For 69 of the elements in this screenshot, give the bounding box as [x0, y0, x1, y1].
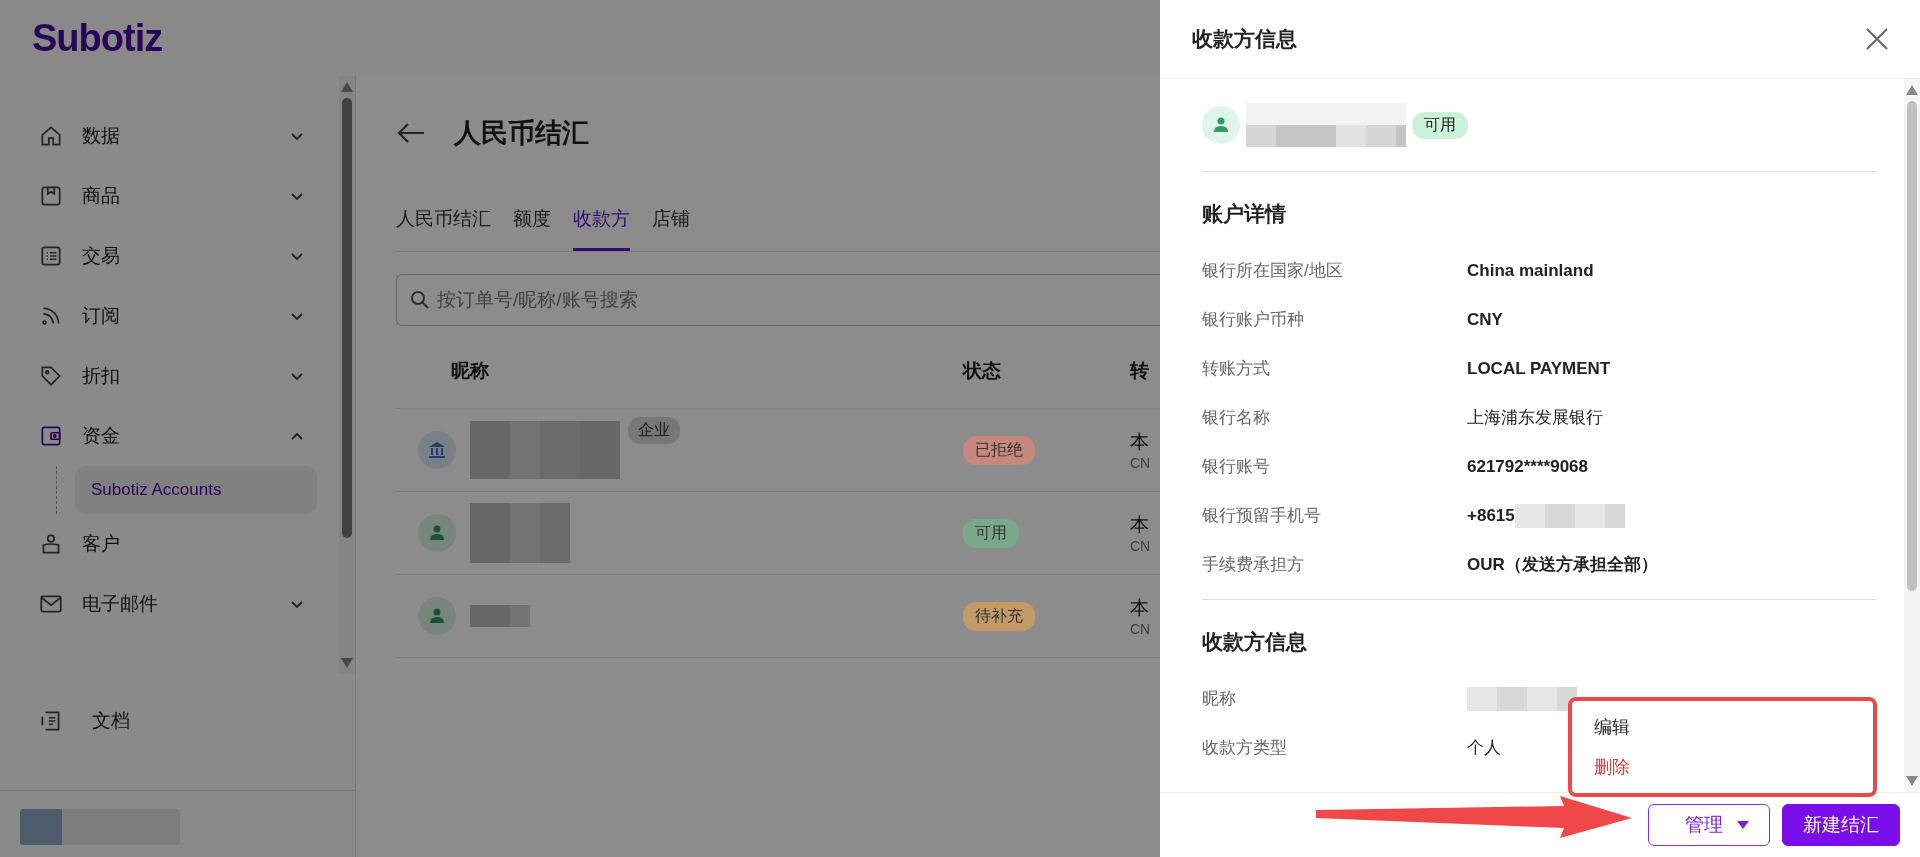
- column-header: 转: [1130, 359, 1149, 383]
- close-icon[interactable]: [1864, 26, 1890, 52]
- scroll-down-icon[interactable]: [1906, 776, 1918, 786]
- field-label: 昵称: [1202, 688, 1237, 710]
- field-label: 银行账号: [1202, 456, 1271, 478]
- section-title: 账户详情: [1202, 201, 1287, 227]
- tab[interactable]: 收款方: [573, 196, 630, 251]
- field-label: 转账方式: [1202, 358, 1271, 380]
- list-icon: [38, 243, 64, 269]
- table-cell: CN: [1130, 455, 1151, 471]
- column-header: 状态: [963, 359, 1002, 383]
- scrollbar[interactable]: [339, 76, 355, 674]
- tab[interactable]: 店铺: [652, 196, 690, 251]
- field-value: 个人: [1467, 737, 1501, 759]
- table-cell: CN: [1130, 538, 1151, 554]
- person-icon: [427, 523, 447, 543]
- logo: Subotiz: [32, 16, 163, 60]
- scroll-up-icon[interactable]: [341, 82, 353, 92]
- column-header: 昵称: [450, 359, 490, 383]
- bank-icon: [427, 440, 447, 460]
- table-cell-text: 本: [1130, 513, 1150, 537]
- status-tag: 已拒绝: [963, 435, 1035, 465]
- status-tag: 可用: [963, 518, 1019, 548]
- nav-item[interactable]: 商品: [38, 166, 339, 226]
- field-value: 上海浦东发展银行: [1467, 407, 1603, 429]
- primary-button[interactable]: 新建结汇: [1782, 804, 1900, 846]
- nav-item[interactable]: 折扣: [38, 346, 339, 406]
- table-cell: CN: [1130, 621, 1151, 637]
- field-label: 银行名称: [1202, 407, 1271, 429]
- nav-subitem[interactable]: Subotiz Accounts: [75, 466, 317, 514]
- tab[interactable]: 人民币结汇: [396, 196, 491, 251]
- nav-item[interactable]: 数据: [38, 106, 339, 166]
- nav-item[interactable]: 客户: [38, 514, 339, 574]
- person-icon: [1211, 115, 1231, 135]
- dropdown-button[interactable]: 管理: [1648, 804, 1770, 846]
- field-label: 收款方类型: [1202, 737, 1288, 759]
- blurred-name: [470, 605, 530, 627]
- table-cell-text: 本: [1130, 596, 1150, 620]
- search-icon: [410, 290, 430, 310]
- field-value: +8615: [1467, 505, 1515, 526]
- field-value: CNY: [1467, 309, 1503, 330]
- person-icon: [427, 606, 447, 626]
- section-title: 收款方信息: [1202, 629, 1308, 655]
- menu-item[interactable]: 编辑: [1594, 715, 1873, 739]
- back-arrow-icon[interactable]: [396, 121, 426, 145]
- nav-item[interactable]: 电子邮件: [38, 574, 339, 634]
- field-value: OUR（发送方承担全部）: [1467, 554, 1658, 576]
- field-label: 银行预留手机号: [1202, 505, 1322, 527]
- nav-item[interactable]: 订阅: [38, 286, 339, 346]
- box-icon: [38, 183, 64, 209]
- tab[interactable]: 额度: [513, 196, 551, 251]
- drawer-title: 收款方信息: [1192, 26, 1297, 52]
- nav-item[interactable]: 交易: [38, 226, 339, 286]
- caret-icon: [1737, 821, 1749, 829]
- menu-item[interactable]: 删除: [1594, 755, 1873, 779]
- scrollbar[interactable]: [1904, 79, 1920, 792]
- status-tag: 待补充: [963, 601, 1035, 631]
- field-value: 621792****9068: [1467, 456, 1588, 477]
- table-cell-text: 本: [1130, 430, 1150, 454]
- scroll-down-icon[interactable]: [341, 658, 353, 668]
- nav-item[interactable]: 资金: [38, 406, 339, 466]
- page-title: 人民币结汇: [454, 117, 589, 150]
- scroll-up-icon[interactable]: [1906, 85, 1918, 95]
- type-tag: 企业: [628, 417, 680, 444]
- field-value: LOCAL PAYMENT: [1467, 358, 1611, 379]
- field-value: China mainland: [1467, 260, 1594, 281]
- status-tag: 可用: [1412, 111, 1468, 139]
- field-label: 手续费承担方: [1202, 554, 1305, 576]
- nav-item[interactable]: 文档: [0, 674, 355, 754]
